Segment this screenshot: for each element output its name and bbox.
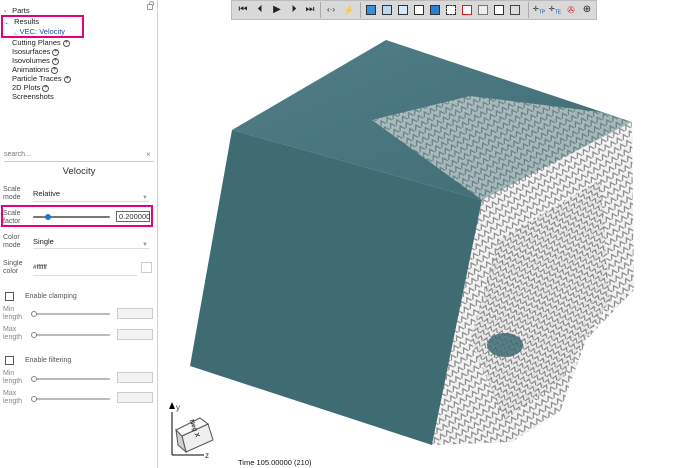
single-color-label: Single color [3, 260, 23, 275]
axis-y-label: y [176, 403, 180, 412]
enable-filtering-checkbox[interactable] [5, 356, 14, 365]
toolbar: ⏮ ⏴ ▶ ⏵ ⏭ ‹·› ⚡ ✛TP ✛TE ✇ ⊕ [231, 0, 597, 20]
view-cube-4-icon[interactable] [414, 5, 424, 15]
filter-max-input[interactable] [117, 392, 153, 403]
app-window: › Parts ⌄ Results ⌞ VEC: Velocity Cuttin… [0, 0, 690, 468]
tree-item-animations[interactable]: Animations + [12, 65, 59, 74]
tree-item-label: Isovolumes [12, 56, 50, 65]
time-readout: Time 105.00000 (210) [238, 458, 312, 467]
scale-mode-select[interactable]: Relative [33, 189, 60, 198]
probe-icon[interactable]: ✇ [564, 3, 578, 17]
clamp-max-slider-handle[interactable] [31, 332, 37, 338]
filter-max-slider[interactable] [33, 398, 110, 400]
tree-item-label: Particle Traces [12, 74, 62, 83]
view-wireframe-icon[interactable] [446, 5, 456, 15]
runner-icon[interactable]: ⚡ [342, 3, 356, 17]
left-panel: › Parts ⌄ Results ⌞ VEC: Velocity Cuttin… [0, 0, 158, 468]
scene-svg [169, 40, 634, 456]
last-frame-button[interactable]: ⏭ [303, 3, 317, 17]
filter-max-slider-handle[interactable] [31, 396, 37, 402]
clamp-min-label: Min length [3, 306, 23, 321]
tree-item-label: Isosurfaces [12, 47, 51, 56]
tree-item-isovolumes[interactable]: Isovolumes + [12, 56, 59, 65]
color-mode-underline [33, 248, 149, 249]
tree-item-isosurfaces[interactable]: Isosurfaces + [12, 47, 60, 56]
clear-search-icon[interactable]: × [146, 150, 151, 159]
clamp-min-slider-handle[interactable] [31, 311, 37, 317]
view-cube-10-icon[interactable] [510, 5, 520, 15]
first-frame-button[interactable]: ⏮ [236, 3, 250, 17]
view-solid-icon[interactable] [366, 5, 376, 15]
filter-max-label: Max length [3, 390, 23, 405]
view-hidden-line-icon[interactable] [478, 5, 488, 15]
scale-mode-label: Scale mode [3, 186, 21, 201]
view-cube-9-icon[interactable] [494, 5, 504, 15]
single-color-underline [33, 275, 137, 276]
highlight-box-scale-factor [1, 205, 153, 227]
axis-z-label: z [205, 451, 209, 460]
scale-mode-underline [33, 201, 149, 202]
loop-icon[interactable]: ‹·› [324, 3, 338, 17]
add-icon[interactable]: + [62, 39, 70, 47]
filter-min-slider-handle[interactable] [31, 376, 37, 382]
add-icon[interactable]: + [42, 84, 50, 92]
add-icon[interactable]: + [51, 57, 59, 65]
pick-crosshair-icon[interactable]: ⊕ [580, 3, 594, 17]
clamp-min-slider[interactable] [33, 313, 110, 315]
color-mode-label: Color mode [3, 234, 21, 249]
view-cube-2-icon[interactable] [382, 5, 392, 15]
filter-min-input[interactable] [117, 372, 153, 383]
results-tree: › Parts ⌄ Results ⌞ VEC: Velocity Cuttin… [0, 0, 158, 146]
next-frame-button[interactable]: ⏵ [287, 3, 301, 17]
3d-viewport[interactable]: y z Neg X [159, 20, 690, 468]
tree-item-cutting-planes[interactable]: Cutting Planes + [12, 38, 70, 47]
lock-icon[interactable] [147, 1, 154, 10]
vortex-core [487, 333, 523, 357]
tree-item-label: Animations [12, 65, 50, 74]
tree-item-label: 2D Plots [12, 83, 41, 92]
color-swatch[interactable] [141, 262, 152, 273]
tree-item-label: Parts [12, 6, 30, 15]
tree-item-particle-traces[interactable]: Particle Traces + [12, 74, 71, 83]
tree-item-2d-plots[interactable]: 2D Plots + [12, 83, 50, 92]
view-outline-icon[interactable] [462, 5, 472, 15]
clamp-min-input[interactable] [117, 308, 153, 319]
tree-item-label: Screenshots [12, 92, 54, 101]
view-tp-button[interactable]: ✛TP [532, 3, 546, 17]
search-input[interactable] [4, 148, 154, 162]
enable-clamping-checkbox[interactable] [5, 292, 14, 301]
panel-title: Velocity [62, 166, 96, 177]
single-color-input[interactable]: #ffffff [33, 264, 47, 271]
clamp-max-slider[interactable] [33, 334, 110, 336]
add-icon[interactable]: + [51, 66, 59, 74]
clamp-max-label: Max length [3, 326, 23, 341]
view-te-button[interactable]: ✛TE [548, 3, 562, 17]
filter-min-slider[interactable] [33, 378, 110, 380]
highlight-box-tree [1, 15, 84, 38]
enable-filtering-label: Enable filtering [25, 357, 72, 364]
view-cube-5-icon[interactable] [430, 5, 440, 15]
tree-item-label: Cutting Planes [12, 38, 61, 47]
tree-item-screenshots[interactable]: Screenshots [12, 92, 54, 101]
add-icon[interactable]: + [52, 48, 60, 56]
clamp-max-input[interactable] [117, 329, 153, 340]
enable-clamping-label: Enable clamping [25, 293, 77, 300]
add-icon[interactable]: + [63, 75, 71, 83]
play-button[interactable]: ▶ [270, 3, 284, 17]
color-mode-select[interactable]: Single [33, 237, 54, 246]
view-cube-3-icon[interactable] [398, 5, 408, 15]
previous-frame-button[interactable]: ⏴ [253, 3, 267, 17]
filter-min-label: Min length [3, 370, 23, 385]
